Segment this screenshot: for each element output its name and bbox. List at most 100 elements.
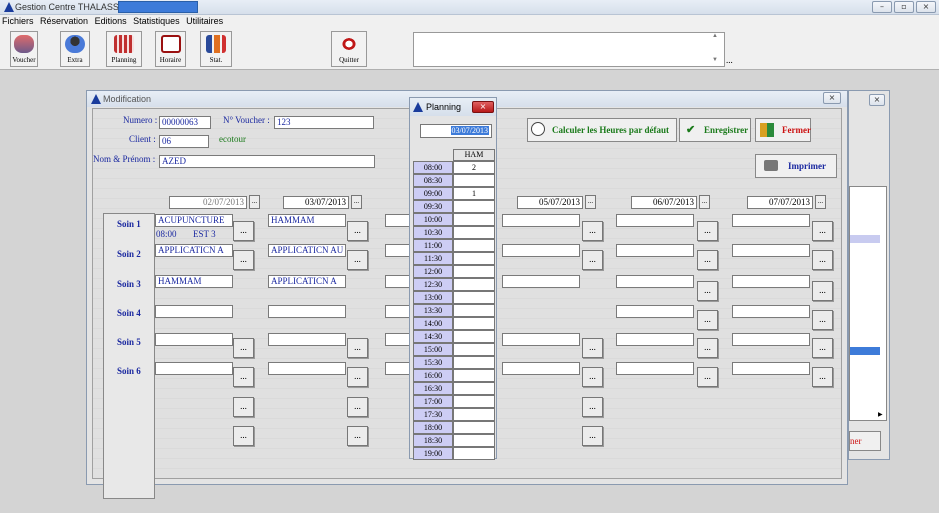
- col1-soin1[interactable]: ACUPUNCTURE: [155, 214, 233, 227]
- planning-row[interactable]: 16:00: [413, 369, 495, 382]
- planning-count[interactable]: [453, 265, 495, 278]
- planning-row[interactable]: 09:00 1: [413, 187, 495, 200]
- col2-dots-8[interactable]: ...: [347, 426, 368, 446]
- planning-count[interactable]: [453, 239, 495, 252]
- col4-soin6[interactable]: [502, 362, 580, 375]
- bg-window-close-button[interactable]: ×: [869, 94, 885, 106]
- planning-count[interactable]: [453, 382, 495, 395]
- col5-dots-6[interactable]: ...: [697, 367, 718, 387]
- stat-button[interactable]: Stat.: [200, 31, 232, 67]
- col2-soin2[interactable]: APPLICATICN AU: [268, 244, 346, 257]
- col1-soin6[interactable]: [155, 362, 233, 375]
- planning-count[interactable]: [453, 252, 495, 265]
- col2-soin3[interactable]: APPLICATICN A: [268, 275, 346, 288]
- planning-row[interactable]: 17:00: [413, 395, 495, 408]
- col1-soin4[interactable]: [155, 305, 233, 318]
- date-col-2[interactable]: 03/07/2013: [283, 196, 349, 209]
- planning-button[interactable]: Planning: [106, 31, 142, 67]
- date-col-5-picker[interactable]: ...: [699, 195, 710, 209]
- planning-count[interactable]: [453, 434, 495, 447]
- menu-utilitaires[interactable]: Utilitaires: [184, 15, 225, 27]
- notes-textbox[interactable]: [413, 32, 725, 67]
- planning-row[interactable]: 17:30: [413, 408, 495, 421]
- col6-dots-5[interactable]: ...: [812, 338, 833, 358]
- planning-row[interactable]: 19:00: [413, 447, 495, 460]
- planning-row[interactable]: 16:30: [413, 382, 495, 395]
- col6-soin6[interactable]: [732, 362, 810, 375]
- extra-button[interactable]: Extra: [60, 31, 90, 67]
- close-button[interactable]: ×: [916, 1, 936, 13]
- col1-dots-7[interactable]: ...: [233, 397, 254, 417]
- planning-row[interactable]: 08:30: [413, 174, 495, 187]
- maximize-button[interactable]: ▫: [894, 1, 914, 13]
- col4-soin1[interactable]: [502, 214, 580, 227]
- col6-soin2[interactable]: [732, 244, 810, 257]
- col2-soin5[interactable]: [268, 333, 346, 346]
- planning-row[interactable]: 08:00 2: [413, 161, 495, 174]
- col4-dots-8[interactable]: ...: [582, 426, 603, 446]
- planning-count[interactable]: [453, 291, 495, 304]
- col2-dots-7[interactable]: ...: [347, 397, 368, 417]
- col1-dots-1[interactable]: ...: [233, 221, 254, 241]
- client-field[interactable]: 06: [159, 135, 209, 148]
- scroll-up-icon[interactable]: ▲: [712, 33, 718, 39]
- planning-count[interactable]: [453, 304, 495, 317]
- planning-count[interactable]: [453, 317, 495, 330]
- fermer-button[interactable]: Fermer: [755, 118, 811, 142]
- col1-soin5[interactable]: [155, 333, 233, 346]
- planning-row[interactable]: 12:30: [413, 278, 495, 291]
- date-col-1-picker[interactable]: ...: [249, 195, 260, 209]
- planning-row[interactable]: 14:00: [413, 317, 495, 330]
- scroll-down-icon[interactable]: ▼: [712, 57, 718, 63]
- imprimer-button[interactable]: Imprimer: [755, 154, 837, 178]
- bg-fermer-button[interactable]: ner: [849, 431, 881, 451]
- planning-row[interactable]: 18:00: [413, 421, 495, 434]
- minimize-button[interactable]: –: [872, 1, 892, 13]
- col2-soin4[interactable]: [268, 305, 346, 318]
- calculer-button[interactable]: Calculer les Heures par défaut: [527, 118, 677, 142]
- col4-dots-6[interactable]: ...: [582, 367, 603, 387]
- nom-prenom-field[interactable]: AZED: [159, 155, 375, 168]
- planning-count[interactable]: [453, 447, 495, 460]
- col5-dots-3[interactable]: ...: [697, 281, 718, 301]
- col4-soin3[interactable]: [502, 275, 580, 288]
- col4-dots-1[interactable]: ...: [582, 221, 603, 241]
- planning-count[interactable]: [453, 369, 495, 382]
- planning-count[interactable]: [453, 213, 495, 226]
- planning-count[interactable]: [453, 408, 495, 421]
- planning-close-button[interactable]: ×: [472, 101, 494, 113]
- menu-editions[interactable]: Editions: [93, 15, 129, 27]
- col5-soin2[interactable]: [616, 244, 694, 257]
- date-col-4-picker[interactable]: ...: [585, 195, 596, 209]
- col5-soin1[interactable]: [616, 214, 694, 227]
- col5-dots-4[interactable]: ...: [697, 310, 718, 330]
- menu-reservation[interactable]: Réservation: [38, 15, 90, 27]
- window-close-button[interactable]: ×: [823, 92, 841, 104]
- planning-row[interactable]: 13:00: [413, 291, 495, 304]
- menu-fichiers[interactable]: Fichiers: [0, 15, 36, 27]
- col2-dots-1[interactable]: ...: [347, 221, 368, 241]
- col1-dots-2[interactable]: ...: [233, 250, 254, 270]
- date-col-4[interactable]: 05/07/2013: [517, 196, 583, 209]
- planning-count[interactable]: [453, 356, 495, 369]
- planning-count[interactable]: [453, 421, 495, 434]
- planning-count[interactable]: [453, 226, 495, 239]
- date-col-6[interactable]: 07/07/2013: [747, 196, 813, 209]
- col1-dots-8[interactable]: ...: [233, 426, 254, 446]
- planning-row[interactable]: 14:30: [413, 330, 495, 343]
- menu-statistiques[interactable]: Statistiques: [131, 15, 182, 27]
- col4-dots-7[interactable]: ...: [582, 397, 603, 417]
- col5-dots-1[interactable]: ...: [697, 221, 718, 241]
- planning-row[interactable]: 15:30: [413, 356, 495, 369]
- date-col-6-picker[interactable]: ...: [815, 195, 826, 209]
- col1-soin2[interactable]: APPLICATICN A: [155, 244, 233, 257]
- col6-dots-4[interactable]: ...: [812, 310, 833, 330]
- quitter-button[interactable]: Quitter: [331, 31, 367, 67]
- col6-dots-6[interactable]: ...: [812, 367, 833, 387]
- col4-soin2[interactable]: [502, 244, 580, 257]
- col4-soin5[interactable]: [502, 333, 580, 346]
- planning-count[interactable]: [453, 330, 495, 343]
- col1-dots-5[interactable]: ...: [233, 338, 254, 358]
- planning-count[interactable]: [453, 395, 495, 408]
- voucher-field[interactable]: 123: [274, 116, 374, 129]
